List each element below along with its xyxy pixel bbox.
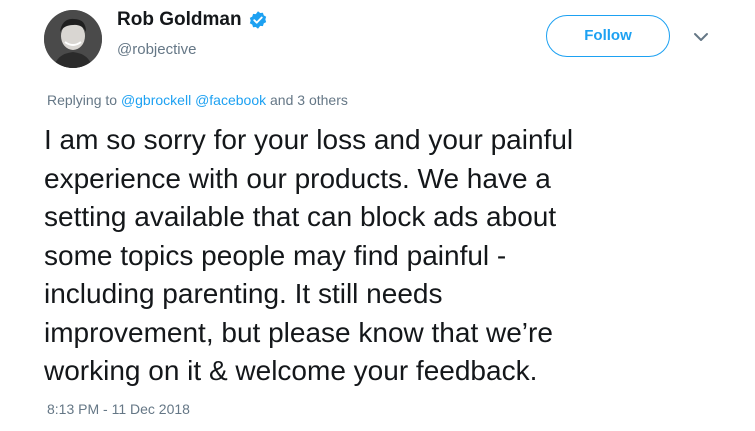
tweet-text: I am so sorry for your loss and your pai…	[44, 121, 724, 391]
tweet-line: improvement, but please know that we’re	[44, 316, 553, 348]
tweet-line: some topics people may find painful -	[44, 239, 507, 271]
tweet-line: including parenting. It still needs	[44, 278, 443, 309]
replying-others[interactable]: and 3 others	[270, 92, 348, 108]
follow-button[interactable]: Follow	[546, 15, 670, 57]
author-name[interactable]: Rob Goldman	[117, 9, 242, 31]
avatar-image	[44, 10, 102, 68]
replying-to: Replying to @gbrockell @facebook and 3 o…	[47, 92, 348, 108]
replying-prefix: Replying to	[47, 92, 118, 108]
author-handle[interactable]: @robjective	[117, 41, 196, 58]
author-name-row[interactable]: Rob Goldman	[117, 9, 268, 31]
tweet-line: I am so sorry for your loss and your pai…	[44, 124, 574, 155]
tweet-line: setting available that can block ads abo…	[44, 201, 557, 232]
tweet-timestamp[interactable]: 8:13 PM - 11 Dec 2018	[47, 401, 190, 417]
chevron-down-icon[interactable]	[690, 28, 712, 46]
avatar[interactable]	[44, 10, 102, 68]
tweet-card: Rob Goldman @robjective Follow Replying …	[0, 0, 755, 431]
mention-gbrockell[interactable]: @gbrockell	[121, 92, 191, 108]
verified-badge-icon	[248, 10, 268, 30]
tweet-line: experience with our products. We have a	[44, 162, 551, 194]
tweet-line: working on it & welcome your feedback.	[44, 355, 538, 386]
mention-facebook[interactable]: @facebook	[195, 92, 266, 108]
